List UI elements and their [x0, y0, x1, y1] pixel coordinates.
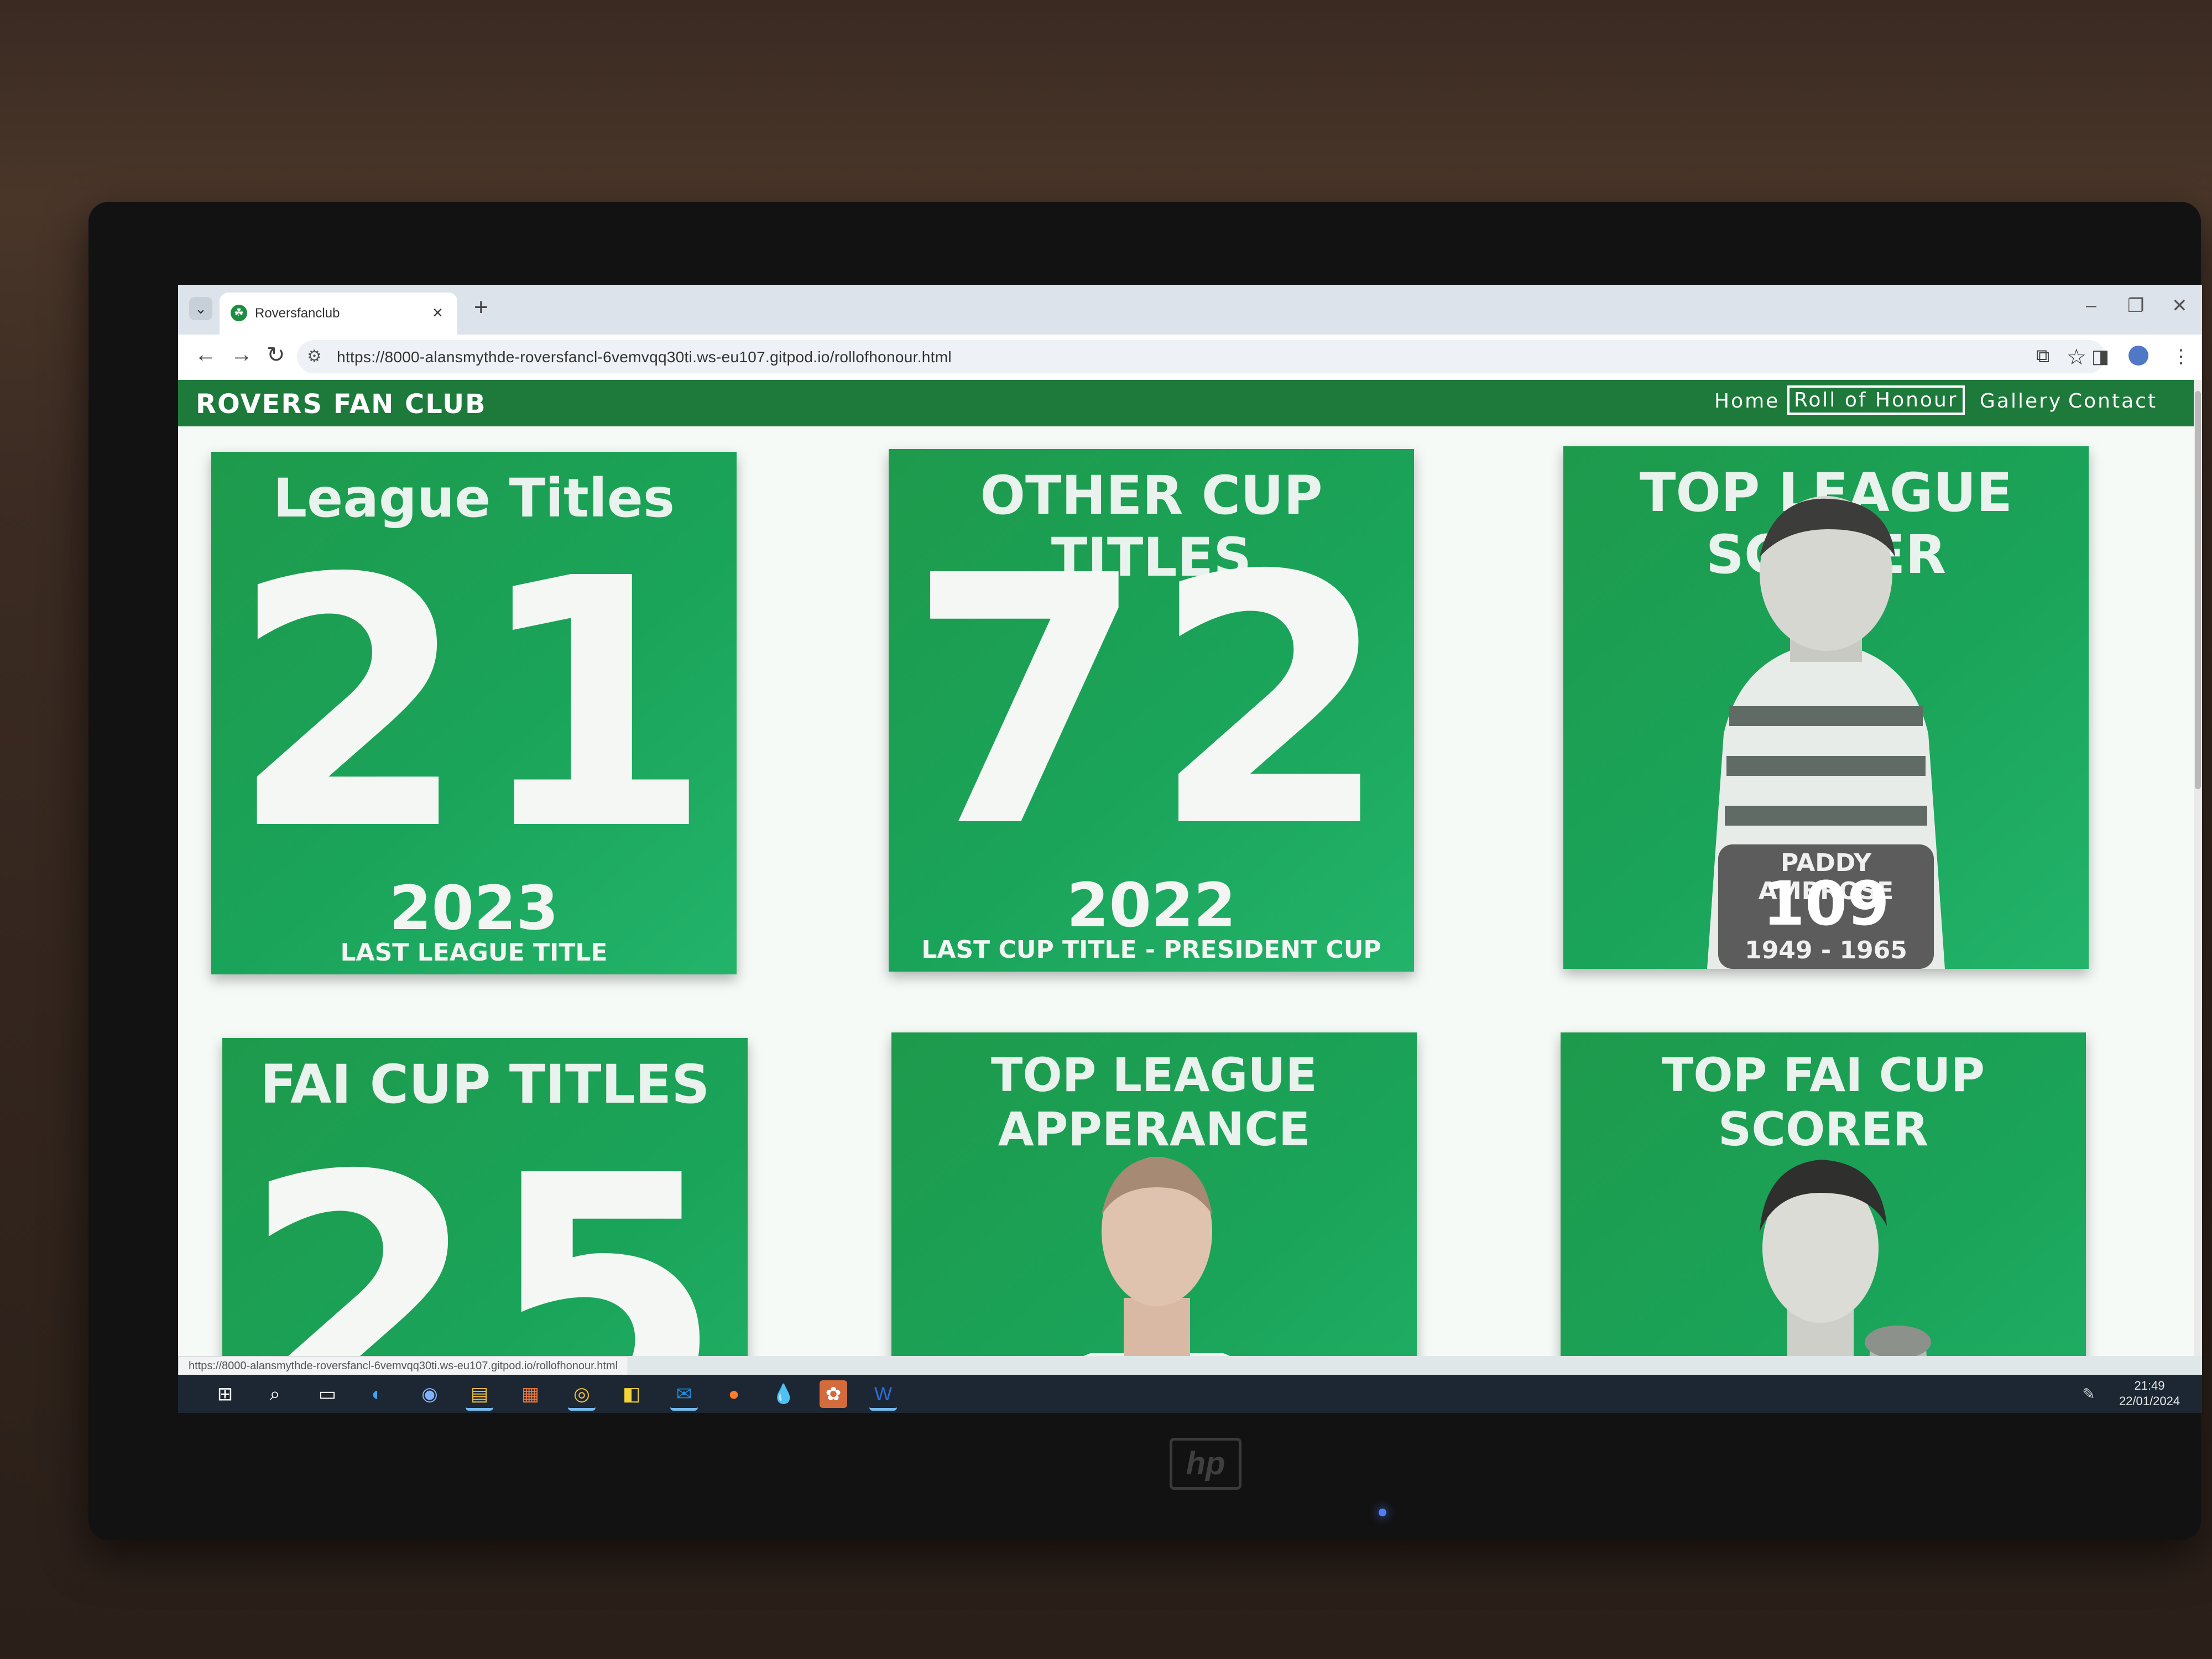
firefox-icon[interactable]: ●	[720, 1380, 748, 1408]
scorer-goals: 109	[1762, 868, 1890, 939]
power-led	[1379, 1509, 1386, 1516]
tab-close-icon[interactable]: ×	[432, 302, 443, 323]
nav-contact[interactable]: Contact	[2064, 389, 2162, 414]
site-brand[interactable]: ROVERS FAN CLUB	[196, 389, 487, 420]
nav-home[interactable]: Home	[1710, 389, 1784, 414]
people-icon[interactable]: ◉	[416, 1380, 444, 1408]
profile-avatar-icon[interactable]	[2128, 346, 2148, 366]
restore-icon[interactable]: ❐	[2127, 295, 2144, 317]
last-cup-year: 2022	[1066, 870, 1237, 941]
last-cup-label: LAST CUP TITLE - PRESIDENT CUP	[921, 936, 1381, 964]
fai-titles-count: 25	[241, 1104, 729, 1357]
search-icon[interactable]: ⌕	[261, 1380, 289, 1408]
scorer-years: 1949 - 1965	[1745, 936, 1907, 964]
nav-gallery[interactable]: Gallery	[1975, 389, 2067, 414]
page-content: ROVERS FAN CLUB Home Roll of Honour Gall…	[178, 380, 2194, 1356]
clock-date: 22/01/2024	[2119, 1394, 2180, 1408]
task-view-icon[interactable]: ▭	[314, 1380, 341, 1408]
address-bar[interactable]: ⚙ https://8000-alansmythde-roversfancl-6…	[297, 340, 2105, 373]
league-titles-card: League Titles 21 2023 LAST LEAGUE TITLE	[211, 452, 737, 974]
reload-icon[interactable]: ↻	[267, 342, 285, 368]
last-league-label: LAST LEAGUE TITLE	[340, 938, 608, 967]
nav-roll-of-honour[interactable]: Roll of Honour	[1787, 385, 1965, 415]
browser-toolbar: ← → ↻ ⚙ https://8000-alansmythde-roversf…	[178, 335, 2202, 381]
top-league-scorer-card: TOP LEAGUE SCORER PADDY AMBROSE 109 1949…	[1563, 446, 2089, 969]
site-info-icon[interactable]: ⚙	[307, 347, 322, 366]
status-url-tooltip: https://8000-alansmythde-roversfancl-6ve…	[178, 1356, 628, 1376]
windows-start-icon[interactable]: ⊞	[211, 1380, 239, 1408]
minimize-icon[interactable]: –	[2086, 295, 2096, 316]
fai-cup-titles-card: FAI CUP TITLES 25	[222, 1038, 748, 1356]
extensions-icon[interactable]: ⧉	[2036, 346, 2049, 367]
clock-time: 21:49	[2134, 1379, 2165, 1392]
cup-titles-count: 72	[907, 504, 1396, 902]
browser-tabbar: ⌄ ☘ Roversfanclub × + – ❐ ✕	[178, 285, 2202, 335]
player-photo-fai-scorer	[1760, 1160, 1931, 1356]
office-icon[interactable]: ▦	[517, 1380, 544, 1408]
water-drop-icon[interactable]: 💧	[770, 1380, 797, 1408]
scorer-info-panel: PADDY AMBROSE 109 1949 - 1965	[1718, 844, 1934, 969]
league-titles-count: 21	[229, 507, 718, 905]
back-icon[interactable]: ←	[195, 342, 217, 367]
file-explorer-icon[interactable]: ▤	[466, 1380, 493, 1411]
side-panel-icon[interactable]: ◨	[2091, 346, 2109, 368]
close-window-icon[interactable]: ✕	[2172, 295, 2188, 317]
taskbar: ⊞ ⌕ ▭ ◐ ◉ ▤ ▦ ◎ ◧ ✉ ● 💧 ✿ W ✎ 21:49 22/0…	[178, 1375, 2202, 1413]
app-icon[interactable]: ✿	[820, 1380, 847, 1408]
last-league-year: 2023	[389, 873, 559, 943]
site-navbar: ROVERS FAN CLUB Home Roll of Honour Gall…	[178, 380, 2194, 426]
player-photo-appearances	[1084, 1157, 1230, 1356]
taskbar-clock[interactable]: 21:49 22/01/2024	[2108, 1378, 2191, 1409]
chrome-icon[interactable]: ◎	[568, 1380, 596, 1411]
top-league-appearance-card: TOP LEAGUE APPERANCE	[891, 1032, 1417, 1356]
word-icon[interactable]: W	[869, 1380, 897, 1411]
page-scrollbar[interactable]	[2194, 380, 2202, 1356]
forward-icon[interactable]: →	[231, 342, 253, 367]
menu-dots-icon[interactable]: ⋮	[2172, 346, 2190, 368]
hp-logo: hp	[1170, 1438, 1241, 1490]
other-cup-titles-card: OTHER CUP TITLES 72 2022 LAST CUP TITLE …	[889, 449, 1414, 972]
screen: ⌄ ☘ Roversfanclub × + – ❐ ✕ ← → ↻ ⚙ http…	[178, 285, 2202, 1413]
outlook-icon[interactable]: ✉	[670, 1380, 698, 1411]
scrollbar-thumb[interactable]	[2195, 391, 2201, 789]
url-text: https://8000-alansmythde-roversfancl-6ve…	[337, 348, 952, 366]
favicon-icon: ☘	[231, 305, 247, 321]
sticky-notes-icon[interactable]: ◧	[618, 1380, 645, 1408]
new-tab-icon[interactable]: +	[474, 294, 488, 321]
top-fai-cup-scorer-card: TOP FAI CUP SCORER	[1561, 1032, 2086, 1356]
edge-icon[interactable]: ◐	[363, 1380, 391, 1408]
bookmark-star-icon[interactable]: ☆	[2067, 345, 2086, 370]
pen-icon[interactable]: ✎	[2075, 1380, 2103, 1408]
tab-title: Roversfanclub	[255, 306, 340, 321]
browser-tab[interactable]: ☘ Roversfanclub ×	[220, 293, 457, 335]
tab-search-icon[interactable]: ⌄	[189, 297, 212, 320]
